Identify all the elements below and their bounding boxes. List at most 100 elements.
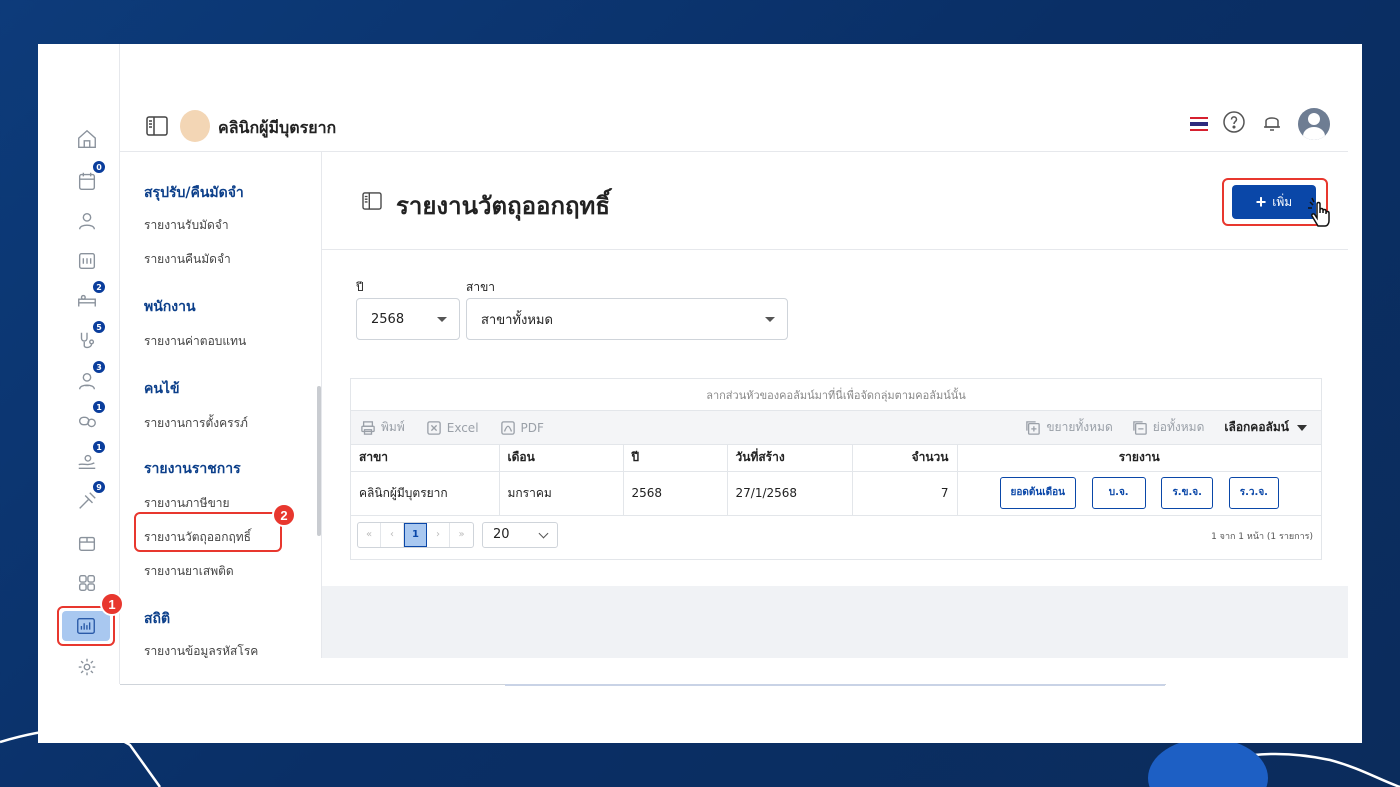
column-header-reports[interactable]: รายงาน [957,445,1321,472]
column-header-year[interactable]: ปี [623,445,728,472]
report-bj-button[interactable]: บ.จ. [1091,477,1146,509]
report-rwj-button[interactable]: ร.ว.จ. [1228,477,1279,509]
patient-badge: 3 [92,360,106,374]
pdf-label: PDF [520,420,544,435]
caret-down-icon [765,317,775,322]
bell-icon[interactable] [1260,110,1284,138]
report-rkj-button[interactable]: ร.ข.จ. [1161,477,1213,509]
home-icon[interactable] [72,124,102,154]
id-card-icon[interactable] [72,246,102,276]
sidebar-item-compensation[interactable]: รายงานค่าตอบแทน [144,332,246,351]
settings-icon[interactable] [72,652,102,682]
prev-page-button[interactable]: ‹ [381,522,404,547]
page-size-value: 20 [493,527,510,542]
thai-flag-icon[interactable] [1190,117,1208,131]
patient-icon[interactable]: 3 [72,360,106,396]
column-header-created[interactable]: วันที่สร้าง [727,445,853,472]
sidebar-item-pregnancy[interactable]: รายงานการตั้งครรภ์ [144,414,248,433]
cell-month: มกราคม [499,471,624,516]
sidebar-item-deposit-returned[interactable]: รายงานคืนมัดจำ [144,250,231,269]
sidebar-section-staff: พนักงาน [144,299,196,315]
avatar[interactable] [1298,108,1330,140]
column-header-qty[interactable]: จำนวน [852,445,958,472]
last-page-button[interactable]: » [450,523,473,547]
next-page-button[interactable]: › [427,522,450,547]
collapse-all-button[interactable]: ย่อทั้งหมด [1132,418,1205,437]
sidebar-section-patient: คนไข้ [144,381,180,397]
column-header-branch[interactable]: สาขา [351,445,500,472]
grid-apps-icon[interactable] [72,568,102,598]
expand-icon [1026,420,1041,435]
branch-label: สาขา [466,280,496,294]
calendar-badge: 0 [92,160,106,174]
sidebar-item-psychotropic[interactable]: รายงานวัตถุออกฤทธิ์ [144,528,251,547]
branch-select-value: สาขาทั้งหมด [481,312,553,328]
hand-care-badge: 1 [92,440,106,454]
pills-icon[interactable]: 1 [72,400,106,436]
table-row: คลินิกผู้มีบุตรยาก มกราคม 2568 27/1/2568… [351,471,1321,516]
cell-reports: ยอดต้นเดือน บ.จ. ร.ข.จ. ร.ว.จ. [957,471,1321,516]
column-chooser-button[interactable]: เลือกคอลัมน์ [1224,418,1307,437]
cell-year: 2568 [623,471,728,516]
bar-chart-icon [62,611,110,641]
report-opening-balance-button[interactable]: ยอดต้นเดือน [999,477,1076,509]
year-select[interactable]: 2568 [356,298,460,340]
bed-icon[interactable]: 2 [72,280,106,316]
horizontal-scrollbar[interactable] [505,684,1165,686]
expand-all-button[interactable]: ขยายทั้งหมด [1026,418,1113,437]
current-page-button[interactable]: 1 [404,522,427,547]
add-button[interactable]: + เพิ่ม [1232,185,1316,219]
stethoscope-badge: 5 [92,320,106,334]
icon-rail: 0 2 5 3 1 1 9 [40,44,120,684]
syringe-icon[interactable]: 9 [72,480,106,516]
branch-select[interactable]: สาขาทั้งหมด [466,298,788,340]
cell-created: 27/1/2568 [727,471,853,516]
cell-qty: 7 [852,471,958,516]
first-page-button[interactable]: « [358,522,381,547]
year-label: ปี [356,280,364,294]
sidebar-item-deposit-received[interactable]: รายงานรับมัดจำ [144,216,229,235]
excel-icon [426,420,441,435]
page-header: รายงานวัตถุออกฤทธิ์ + เพิ่ม [322,152,1348,250]
brand-logo [180,110,210,142]
pdf-button[interactable]: PDF [500,420,544,435]
printer-icon [361,420,375,435]
hand-care-icon[interactable]: 1 [72,440,106,476]
group-panel[interactable]: ลากส่วนหัวของคอลัมน์มาที่นี่เพื่อจัดกลุ่… [351,379,1321,411]
step-marker-2: 2 [272,503,296,527]
column-header-month[interactable]: เดือน [499,445,624,472]
cell-branch: คลินิกผู้มีบุตรยาก [351,471,500,516]
grid-toolbar: พิมพ์ Excel PDF ขยายทั้งหมด ย่อทั้งหมด เ… [351,411,1321,445]
chevron-down-icon [538,528,549,538]
panel-icon [362,192,382,214]
add-button-label: เพิ่ม [1272,194,1293,209]
hand-cursor-icon [1306,196,1338,234]
sidebar-toggle-icon[interactable] [146,116,168,140]
expand-all-label: ขยายทั้งหมด [1046,420,1113,434]
calendar-icon[interactable]: 0 [72,160,106,196]
sidebar-section-deposit: สรุปรับ/คืนมัดจำ [144,185,244,201]
excel-button[interactable]: Excel [426,420,479,435]
sidebar-item-narcotics[interactable]: รายงานยาเสพติด [144,562,234,581]
year-select-value: 2568 [371,311,405,327]
sidebar-item-disease-codes[interactable]: รายงานข้อมูลรหัสโรค [144,642,258,658]
decorative-blob [1148,738,1268,787]
top-bar: คลินิกผู้มีบุตรยาก [120,100,1348,152]
pills-badge: 1 [92,400,106,414]
collapse-all-label: ย่อทั้งหมด [1152,420,1205,434]
main-content: รายงานวัตถุออกฤทธิ์ + เพิ่ม ปี 2568 สาขา… [322,152,1348,658]
sidebar-section-government: รายงานราชการ [144,461,241,477]
plus-icon: + [1255,191,1267,212]
box-icon[interactable] [72,528,102,558]
sidebar-section-statistics: สถิติ [144,611,171,627]
print-button[interactable]: พิมพ์ [361,418,405,437]
stethoscope-icon[interactable]: 5 [72,320,106,356]
user-icon[interactable] [72,206,102,236]
sidebar-item-sales-tax[interactable]: รายงานภาษีขาย [144,494,230,513]
page-size-select[interactable]: 20 [482,521,558,548]
help-icon[interactable] [1222,110,1246,138]
pdf-icon [500,420,515,435]
sidebar-scrollbar[interactable] [317,386,321,536]
pager: « ‹ 1 › » 20 1 จาก 1 หน้า (1 รายการ) [351,516,1321,554]
print-label: พิมพ์ [381,420,405,434]
